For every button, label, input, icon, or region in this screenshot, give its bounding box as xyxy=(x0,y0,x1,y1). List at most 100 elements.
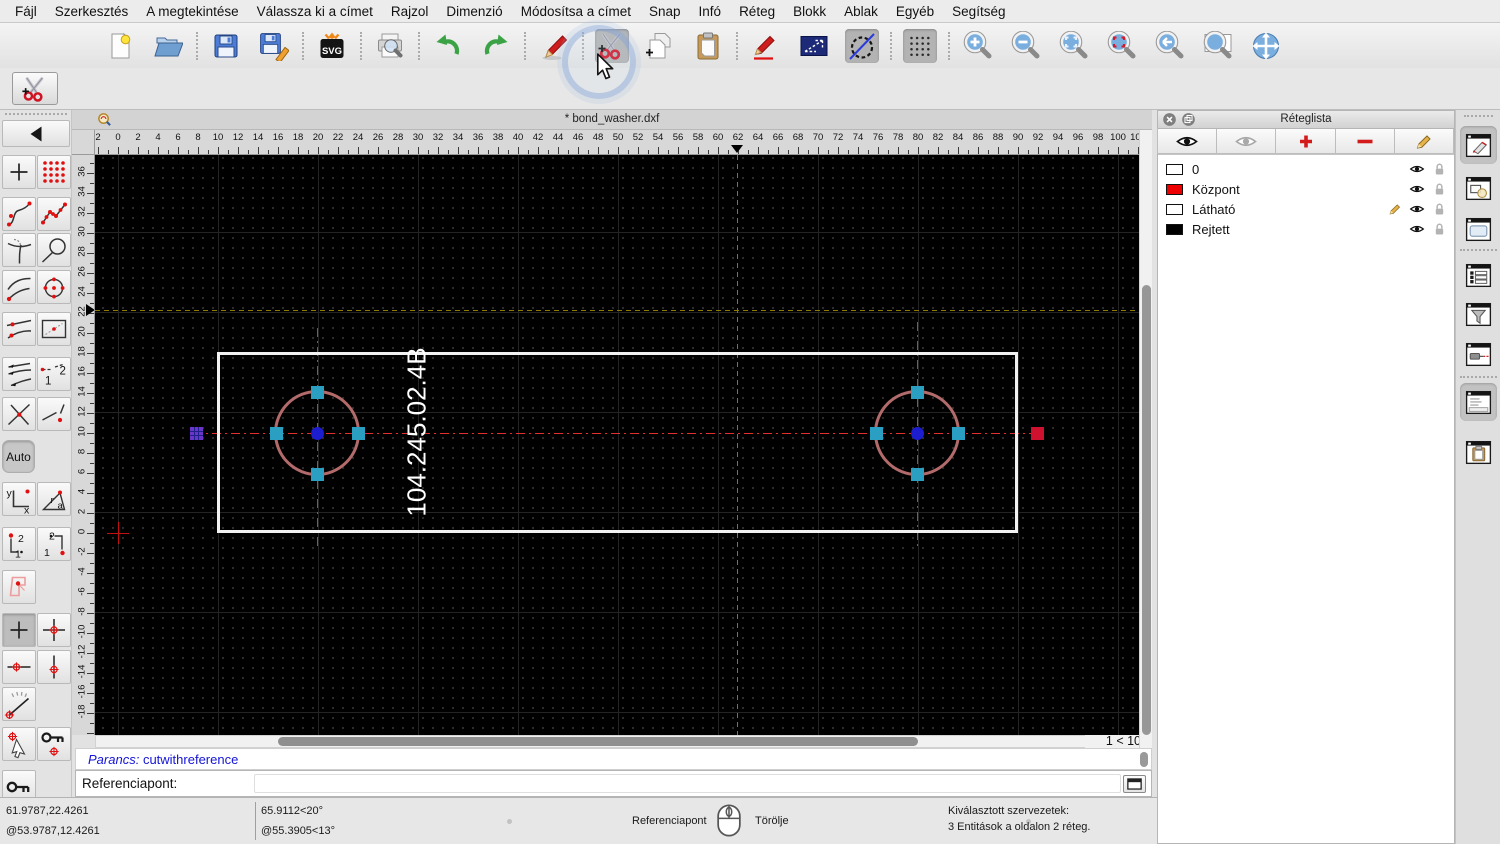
layer-row-központ[interactable]: Központ xyxy=(1158,179,1454,199)
menu-item-snap[interactable]: Snap xyxy=(640,4,690,19)
command-input-field[interactable] xyxy=(254,774,1121,793)
show-all-layers-button[interactable] xyxy=(1157,128,1217,154)
add-layer-button[interactable] xyxy=(1275,128,1335,154)
redo-button[interactable] xyxy=(479,29,513,63)
save-button[interactable] xyxy=(209,29,243,63)
horizontal-scrollbar-thumb[interactable] xyxy=(278,737,918,746)
selection-handle[interactable] xyxy=(270,427,283,440)
coord-polar-button[interactable]: ra xyxy=(37,482,71,516)
tool-rect-diagonal-button[interactable] xyxy=(37,312,71,346)
hide-all-layers-button[interactable] xyxy=(1216,128,1276,154)
dock-entity-filter-button[interactable] xyxy=(1460,295,1497,333)
tool-point-grid-button[interactable] xyxy=(37,155,71,189)
snap-endpoint-button[interactable] xyxy=(37,650,71,684)
command-history-scrollbar[interactable] xyxy=(1140,752,1148,767)
tool-arcs-button[interactable] xyxy=(2,270,36,304)
selected-point-marker[interactable] xyxy=(190,427,203,440)
tool-tangent-circle-button[interactable] xyxy=(37,233,71,267)
snap-intersection-button[interactable] xyxy=(2,397,36,431)
dock-pen-palette-button[interactable] xyxy=(1460,335,1497,373)
snap-middle-button[interactable] xyxy=(2,650,36,684)
menu-item-fájl[interactable]: Fájl xyxy=(6,4,46,19)
layer-row-0[interactable]: 0 xyxy=(1158,159,1454,179)
snap-select-point-button[interactable] xyxy=(2,727,36,761)
dimension-text[interactable]: 104.245.02.4B xyxy=(402,347,433,516)
tool-offset-button[interactable] xyxy=(2,312,36,346)
snap-grid-point-button[interactable] xyxy=(37,613,71,647)
document-title-bar[interactable]: * bond_washer.dxf xyxy=(72,110,1152,130)
selection-handle[interactable] xyxy=(311,386,324,399)
save-as-button[interactable] xyxy=(257,29,291,63)
selection-handle[interactable] xyxy=(911,386,924,399)
zoom-previous-button[interactable] xyxy=(1153,29,1187,63)
dock-command-line-button[interactable] xyxy=(1460,383,1497,421)
layer-row-rejtett[interactable]: Rejtett xyxy=(1158,219,1454,239)
menu-item-válassza-ki-a-címet[interactable]: Válassza ki a címet xyxy=(248,4,382,19)
tool-polyline-button[interactable] xyxy=(37,197,71,231)
selection-handle[interactable] xyxy=(952,427,965,440)
circle-center-point[interactable] xyxy=(911,427,924,440)
tool-modify-button[interactable] xyxy=(2,357,36,391)
dock-clipboard-button[interactable] xyxy=(1460,433,1497,471)
dock-drag-handle[interactable] xyxy=(1464,115,1493,117)
horizontal-scrollbar[interactable] xyxy=(95,735,1139,748)
zoom-redraw-button[interactable] xyxy=(1105,29,1139,63)
palette-back-button[interactable] xyxy=(2,120,70,147)
relative-zero-marker[interactable] xyxy=(1031,427,1044,440)
layer-lock-icon[interactable] xyxy=(1430,222,1448,236)
selection-handle[interactable] xyxy=(911,468,924,481)
tool-circle-points-button[interactable] xyxy=(37,270,71,304)
svg-export-button[interactable]: SVG xyxy=(315,29,349,63)
snap-free-button[interactable] xyxy=(2,613,36,647)
undo-button[interactable] xyxy=(431,29,465,63)
command-input-row[interactable]: Referenciapont: xyxy=(75,770,1152,797)
ref-order-2-button[interactable]: 12 xyxy=(37,527,71,561)
snap-angle-button[interactable] xyxy=(2,687,36,721)
tool-two-point-button[interactable]: 12 xyxy=(37,357,71,391)
menu-item-infó[interactable]: Infó xyxy=(690,4,731,19)
drawing-canvas[interactable]: 104.245.02.4B xyxy=(95,155,1139,735)
cut-with-reference-button[interactable] xyxy=(595,29,629,63)
active-tool-button[interactable] xyxy=(12,72,58,105)
menu-item-blokk[interactable]: Blokk xyxy=(784,4,835,19)
layer-visibility-eye-icon[interactable] xyxy=(1408,223,1426,235)
menu-item-szerkesztés[interactable]: Szerkesztés xyxy=(46,4,138,19)
dock-layer-list-button[interactable] xyxy=(1460,126,1497,164)
menu-item-rajzol[interactable]: Rajzol xyxy=(382,4,438,19)
layer-visibility-eye-icon[interactable] xyxy=(1408,203,1426,215)
zoom-in-button[interactable] xyxy=(961,29,995,63)
layer-lock-icon[interactable] xyxy=(1430,182,1448,196)
selection-handle[interactable] xyxy=(311,468,324,481)
menu-item-a-megtekintése[interactable]: A megtekintése xyxy=(137,4,247,19)
zoom-window-button[interactable] xyxy=(1201,29,1235,63)
circle-center-point[interactable] xyxy=(311,427,324,440)
layer-panel-titlebar[interactable]: Réteglista xyxy=(1158,111,1454,129)
menu-item-dimenzió[interactable]: Dimenzió xyxy=(437,4,511,19)
selection-handle[interactable] xyxy=(870,427,883,440)
delete-selected-button[interactable] xyxy=(537,29,571,63)
vertical-scrollbar-thumb[interactable] xyxy=(1142,285,1151,735)
menu-item-egyéb[interactable]: Egyéb xyxy=(887,4,943,19)
tool-spline-button[interactable] xyxy=(2,197,36,231)
lock-relative-zero-button[interactable] xyxy=(37,727,71,761)
print-preview-button[interactable] xyxy=(373,29,407,63)
open-file-button[interactable] xyxy=(151,29,185,63)
tool-trim-button[interactable] xyxy=(2,233,36,267)
modify-layer-button[interactable] xyxy=(1394,128,1454,154)
coord-cartesian-button[interactable]: yx xyxy=(2,482,36,516)
mirror-button[interactable] xyxy=(845,29,879,63)
scale-button[interactable] xyxy=(797,29,831,63)
zoom-auto-button[interactable] xyxy=(1057,29,1091,63)
snap-auto-button[interactable]: Auto xyxy=(2,440,35,473)
selection-handle[interactable] xyxy=(352,427,365,440)
dock-block-list-button[interactable] xyxy=(1460,169,1497,207)
paste-button[interactable] xyxy=(691,29,725,63)
tool-point-button[interactable] xyxy=(2,155,36,189)
layer-lock-icon[interactable] xyxy=(1430,162,1448,176)
vertical-scrollbar[interactable] xyxy=(1139,130,1152,748)
dock-entity-list-button[interactable] xyxy=(1460,256,1497,294)
new-file-button[interactable] xyxy=(103,29,137,63)
layer-row-látható[interactable]: Látható xyxy=(1158,199,1454,219)
layer-visibility-eye-icon[interactable] xyxy=(1408,183,1426,195)
layer-lock-icon[interactable] xyxy=(1430,202,1448,216)
